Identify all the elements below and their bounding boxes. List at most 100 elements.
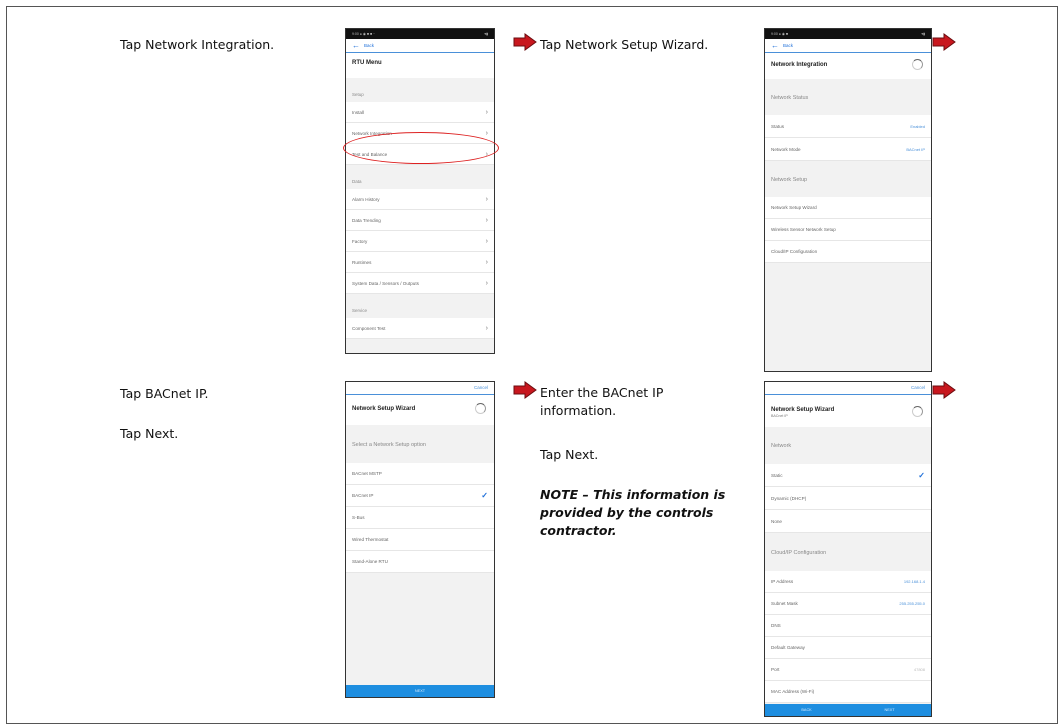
option-wired-thermostat[interactable]: Wired Thermostat bbox=[346, 529, 494, 551]
field-subnet-mask[interactable]: Subnet Mask 255.255.255.0 bbox=[765, 593, 931, 615]
field-value: 255.255.255.0 bbox=[899, 601, 925, 606]
screen-title-text: Network Integration bbox=[771, 62, 828, 68]
chevron-right-icon: › bbox=[485, 195, 488, 203]
field-label: Subnet Mask bbox=[771, 601, 798, 606]
menu-item-system-data[interactable]: System Data / Sensors / Outputs › bbox=[346, 273, 494, 294]
field-ip-address[interactable]: IP Address 192.168.1.4 bbox=[765, 571, 931, 593]
option-bacnet-mstp[interactable]: BACnet MSTP bbox=[346, 463, 494, 485]
next-button[interactable]: NEXT bbox=[884, 708, 894, 712]
menu-item-install[interactable]: Install › bbox=[346, 102, 494, 123]
menu-item-label: Install bbox=[352, 109, 365, 115]
option-dhcp[interactable]: Dynamic (DHCP) bbox=[765, 487, 931, 510]
menu-item-label: Cloud/IP Configuration bbox=[771, 249, 818, 254]
step4-note: NOTE – This information is provided by t… bbox=[540, 487, 726, 538]
option-label: Stand-Alone RTU bbox=[352, 559, 388, 564]
next-step-arrow-icon bbox=[932, 33, 956, 51]
section-header: Network Setup bbox=[765, 161, 931, 197]
field-mac-address[interactable]: MAC Address (Wi-Fi) bbox=[765, 681, 931, 703]
menu-item-data-trending[interactable]: Data Trending › bbox=[346, 210, 494, 231]
field-default-gateway[interactable]: Default Gateway bbox=[765, 637, 931, 659]
menu-item-network-setup-wizard[interactable]: Network Setup Wizard bbox=[765, 197, 931, 219]
menu-item-label: Component Test bbox=[352, 325, 386, 331]
menu-item-factory[interactable]: Factory › bbox=[346, 231, 494, 252]
option-label: Dynamic (DHCP) bbox=[771, 495, 807, 501]
step4-instruction-2: Tap Next. bbox=[540, 447, 599, 462]
menu-item-alarm-history[interactable]: Alarm History › bbox=[346, 189, 494, 210]
status-time: 9:00 ● ◉ ■ ■ ·· bbox=[352, 32, 376, 36]
section-header: Setup bbox=[346, 78, 494, 102]
menu-item-wireless-sensor-setup[interactable]: Wireless Sensor Network Setup bbox=[765, 219, 931, 241]
section-header: Network bbox=[765, 427, 931, 464]
field-label: MAC Address (Wi-Fi) bbox=[771, 689, 815, 694]
step1-instruction: Tap Network Integration. bbox=[120, 37, 275, 52]
status-bar: 9:00 ● ◉ ■ ■ ·· ▾▮ bbox=[346, 29, 494, 39]
back-label: Back bbox=[364, 43, 375, 48]
option-label: Wired Thermostat bbox=[352, 537, 389, 542]
row-value: Enabled bbox=[910, 123, 925, 129]
next-step-arrow-icon bbox=[513, 33, 537, 51]
screen-title-text: Network Setup Wizard bbox=[352, 406, 416, 412]
menu-item-label: Data Trending bbox=[352, 217, 381, 223]
status-icons: ▾▮ bbox=[921, 32, 925, 36]
step3-instruction-2: Tap Next. bbox=[120, 426, 179, 441]
footer-bar: BACK NEXT bbox=[765, 704, 931, 716]
option-label: None bbox=[771, 518, 782, 524]
phone-rtu-menu: 9:00 ● ◉ ■ ■ ·· ▾▮ ← Back RTU Menu Setup I… bbox=[345, 28, 495, 354]
phone-network-setup-wizard: Cancel Network Setup Wizard Select a Net… bbox=[345, 381, 495, 698]
step3-instruction-1: Tap BACnet IP. bbox=[120, 386, 209, 401]
menu-item-label: Wireless Sensor Network Setup bbox=[771, 227, 836, 232]
back-arrow-icon: ← bbox=[771, 40, 779, 50]
screen-title: Network Integration bbox=[765, 53, 931, 79]
status-icons: ▾▮ bbox=[484, 32, 488, 36]
section-header: Network Status bbox=[765, 79, 931, 115]
checkmark-icon: ✓ bbox=[918, 470, 925, 480]
loading-spinner-icon bbox=[475, 403, 486, 414]
menu-item-label: Factory bbox=[352, 238, 368, 244]
option-label: Static bbox=[771, 472, 783, 478]
back-button[interactable]: ← Back bbox=[346, 39, 494, 53]
chevron-right-icon: › bbox=[485, 258, 488, 266]
checkmark-icon: ✓ bbox=[481, 491, 488, 500]
field-value: 47808 bbox=[913, 667, 925, 672]
field-port[interactable]: Port 47808 bbox=[765, 659, 931, 681]
menu-item-label: Network Setup Wizard bbox=[771, 205, 817, 210]
field-dns[interactable]: DNS bbox=[765, 615, 931, 637]
option-stand-alone-rtu[interactable]: Stand-Alone RTU bbox=[346, 551, 494, 573]
menu-item-label: Alarm History bbox=[352, 196, 380, 202]
option-static[interactable]: Static ✓ bbox=[765, 464, 931, 487]
loading-spinner-icon bbox=[912, 406, 923, 417]
menu-item-component-test[interactable]: Component Test › bbox=[346, 318, 494, 339]
back-arrow-icon: ← bbox=[352, 40, 360, 50]
option-label: S-Bus bbox=[352, 515, 365, 520]
cancel-button[interactable]: Cancel bbox=[765, 382, 931, 395]
option-s-bus[interactable]: S-Bus bbox=[346, 507, 494, 529]
back-footer-button[interactable]: BACK bbox=[801, 708, 811, 712]
status-row: Status Enabled bbox=[765, 115, 931, 138]
screen-title: Network Setup Wizard bbox=[346, 395, 494, 425]
chevron-right-icon: › bbox=[485, 279, 488, 287]
chevron-right-icon: › bbox=[485, 108, 488, 116]
menu-item-cloud-ip-config[interactable]: Cloud/IP Configuration bbox=[765, 241, 931, 263]
screen-subtitle: BACnet IP bbox=[771, 414, 788, 418]
chevron-right-icon: › bbox=[485, 129, 488, 137]
next-button[interactable]: NEXT bbox=[415, 689, 425, 693]
option-none[interactable]: None bbox=[765, 510, 931, 533]
back-button[interactable]: ← Back bbox=[765, 39, 931, 53]
back-label: Back bbox=[783, 43, 794, 48]
next-step-arrow-icon bbox=[932, 381, 956, 399]
section-prompt: Select a Network Setup option bbox=[346, 425, 494, 463]
cancel-button[interactable]: Cancel bbox=[346, 382, 494, 395]
row-label: Network Mode bbox=[771, 146, 801, 152]
row-value: BACnet IP bbox=[906, 146, 925, 152]
section-header: Cloud/IP Configuration bbox=[765, 533, 931, 571]
status-bar: 9:00 ● ◉ ■ ▾▮ bbox=[765, 29, 931, 39]
row-label: Status bbox=[771, 123, 785, 129]
screen-title: RTU Menu bbox=[346, 53, 494, 78]
status-time: 9:00 ● ◉ ■ bbox=[771, 32, 789, 36]
chevron-right-icon: › bbox=[485, 216, 488, 224]
option-bacnet-ip[interactable]: BACnet IP ✓ bbox=[346, 485, 494, 507]
menu-item-runtimes[interactable]: Runtimes › bbox=[346, 252, 494, 273]
step2-instruction: Tap Network Setup Wizard. bbox=[540, 37, 709, 52]
highlight-circle bbox=[343, 132, 499, 164]
field-label: IP Address bbox=[771, 579, 794, 584]
